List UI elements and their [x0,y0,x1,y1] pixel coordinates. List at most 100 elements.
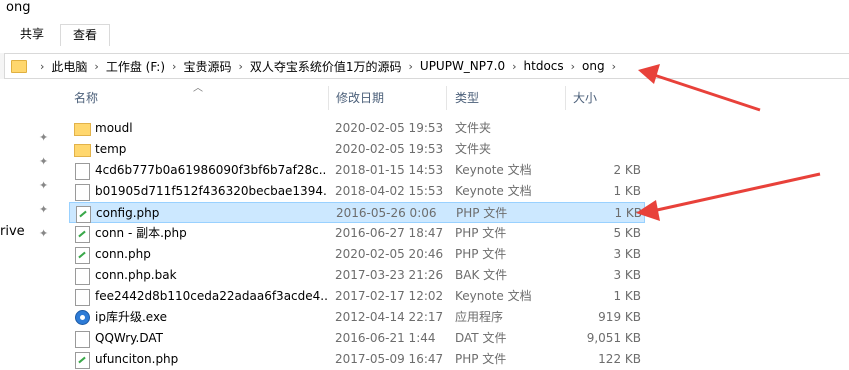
file-name: config.php [96,206,160,220]
file-modified-date: 2016-06-27 18:47 [335,226,444,240]
chevron-right-icon[interactable]: › [94,60,98,73]
file-size: 122 KB [598,352,641,366]
column-header-size[interactable]: 大小 [573,86,597,110]
chevron-right-icon[interactable]: › [172,60,176,73]
breadcrumb-this-pc[interactable]: 此电脑 [51,58,87,75]
column-header-type[interactable]: 类型 [455,86,479,110]
file-name: ufunciton.php [95,352,179,366]
file-size [569,118,641,139]
column-header-name[interactable]: 名称 [74,86,98,110]
file-size: 3 KB [613,268,641,282]
chevron-right-icon[interactable]: › [612,60,616,73]
file-row[interactable]: moudl 2020-02-05 19:53 文件夹 [69,118,645,139]
file-row[interactable]: conn.php.bak 2017-03-23 21:26 BAK 文件 3 KB [69,265,645,286]
file-modified-date: 2020-02-05 19:53 [335,121,444,135]
file-size [569,139,641,160]
folder-icon [74,144,91,157]
column-divider[interactable] [446,86,447,110]
file-name: 4cd6b777b0a61986090f3bf6b7af28c... [95,163,327,177]
file-type: 文件夹 [455,142,492,156]
pin-icon[interactable]: ✦ [39,131,49,144]
chevron-right-icon[interactable]: › [40,60,44,73]
annotation-arrow-middle [636,172,821,221]
file-name: ip库升级.exe [95,310,168,324]
file-row[interactable]: temp 2020-02-05 19:53 文件夹 [69,139,645,160]
file-type: 文件夹 [455,121,492,135]
breadcrumb-current[interactable]: ong [582,59,605,73]
file-size: 9,051 KB [586,331,641,345]
column-divider[interactable] [565,86,566,110]
file-row[interactable]: 4cd6b777b0a61986090f3bf6b7af28c... 2018-0… [69,160,645,181]
file-name: conn.php [95,247,151,261]
file-name: b01905d711f512f436320becbae1394... [95,184,327,198]
file-type: Keynote 文档 [455,184,532,198]
file-modified-date: 2016-05-26 0:06 [336,206,437,220]
breadcrumb-folder[interactable]: 双人夺宝系统价值1万的源码 [250,58,402,75]
file-modified-date: 2017-02-17 12:02 [335,289,444,303]
file-size: 5 KB [613,226,641,240]
file-name: fee2442d8b110ceda22adaa6f3acde4... [95,289,327,303]
column-header-date[interactable]: 修改日期 [336,86,384,110]
address-bar-row: › 此电脑 › 工作盘 (F:) › 宝贵源码 › 双人夺宝系统价值1万的源码 … [0,53,849,79]
breadcrumb-drive[interactable]: 工作盘 (F:) [106,58,165,75]
file-size: 919 KB [598,310,641,324]
file-modified-date: 2018-01-15 14:53 [335,163,444,177]
file-modified-date: 2017-05-09 16:47 [335,352,444,366]
file-name: conn.php.bak [95,268,177,282]
chevron-right-icon[interactable]: › [512,60,516,73]
file-row[interactable]: conn.php 2020-02-05 20:46 PHP 文件 3 KB [69,244,645,265]
php-file-icon [76,206,91,223]
file-row[interactable]: ip库升级.exe 2012-04-14 22:17 应用程序 919 KB [69,307,645,328]
file-row[interactable]: b01905d711f512f436320becbae1394... 2018-0… [69,181,645,202]
file-type: PHP 文件 [455,226,507,240]
file-type: PHP 文件 [456,206,508,220]
chevron-right-icon[interactable]: › [238,60,242,73]
file-row[interactable]: fee2442d8b110ceda22adaa6f3acde4... 2017-0… [69,286,645,307]
php-file-icon [75,247,90,264]
breadcrumb-folder[interactable]: 宝贵源码 [183,58,231,75]
document-icon [75,331,90,348]
document-icon [75,184,90,201]
file-type: 应用程序 [455,310,504,324]
file-type: PHP 文件 [455,247,507,261]
file-type: BAK 文件 [455,268,508,282]
php-file-icon [75,352,90,369]
application-icon [75,310,90,325]
breadcrumb-folder[interactable]: htdocs [524,59,564,73]
tab-view[interactable]: 查看 [60,24,111,46]
file-size: 2 KB [613,163,641,177]
file-size: 1 KB [613,289,641,303]
file-size: 1 KB [614,206,642,220]
file-row[interactable]: QQWry.DAT 2016-06-21 1:44 DAT 文件 9,051 KB [69,328,645,349]
pin-icon[interactable]: ✦ [39,179,49,192]
file-type: DAT 文件 [455,331,507,345]
pin-icon[interactable]: ✦ [39,227,49,240]
file-modified-date: 2020-02-05 19:53 [335,142,444,156]
pin-icon[interactable]: ✦ [39,203,49,216]
file-type: PHP 文件 [455,352,507,366]
pin-icon[interactable]: ✦ [39,155,49,168]
file-modified-date: 2016-06-21 1:44 [335,331,436,345]
chevron-right-icon[interactable]: › [409,60,413,73]
file-modified-date: 2020-02-05 20:46 [335,247,444,261]
file-row[interactable]: conn - 副本.php 2016-06-27 18:47 PHP 文件 5 KB [69,223,645,244]
file-row[interactable]: ufunciton.php 2017-05-09 16:47 PHP 文件 122 K… [69,349,645,370]
nav-pane-item-drive[interactable]: rive [0,224,25,239]
window-title: ong [6,0,31,15]
file-type: Keynote 文档 [455,163,532,177]
file-modified-date: 2012-04-14 22:17 [335,310,444,324]
address-bar[interactable]: › 此电脑 › 工作盘 (F:) › 宝贵源码 › 双人夺宝系统价值1万的源码 … [4,53,849,79]
document-icon [75,289,90,306]
file-modified-date: 2017-03-23 21:26 [335,268,444,282]
ribbon: 共享 查看 [0,22,849,46]
file-name: moudl [95,121,133,135]
php-file-icon [75,226,90,243]
breadcrumb-folder[interactable]: UPUPW_NP7.0 [420,59,505,73]
document-icon [75,163,90,180]
column-divider[interactable] [328,86,329,110]
file-row[interactable]: config.php 2016-05-26 0:06 PHP 文件 1 KB [69,202,645,223]
file-size: 1 KB [613,184,641,198]
tab-share[interactable]: 共享 [8,24,56,45]
chevron-right-icon[interactable]: › [571,60,575,73]
document-icon [75,268,90,285]
